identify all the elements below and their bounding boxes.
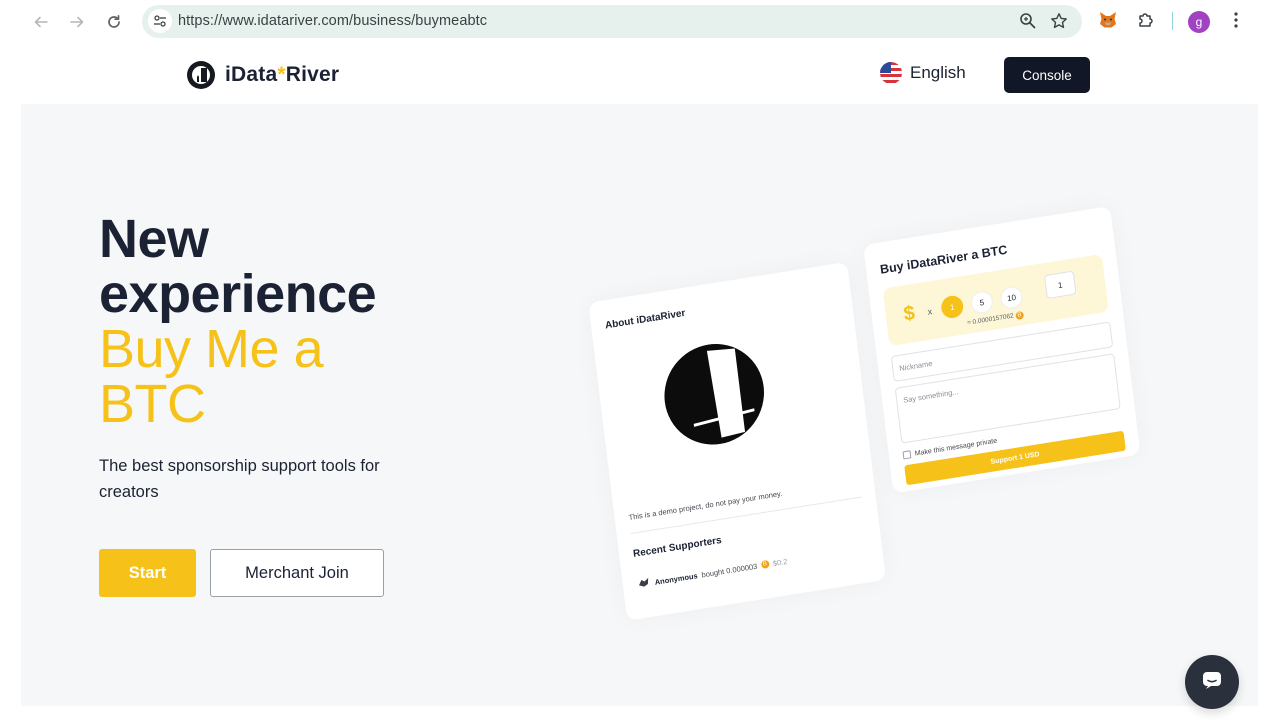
btc-equivalent: ≈ 0.0000157062 B (967, 310, 1024, 328)
hero-subtitle: The best sponsorship support tools for c… (99, 457, 380, 501)
amount-chip-1: 1 (940, 294, 965, 320)
logo-mark-icon (187, 61, 215, 89)
cat-logo-icon (658, 336, 770, 452)
back-arrow-icon[interactable] (28, 9, 54, 35)
profile-avatar[interactable]: g (1188, 11, 1210, 33)
hero-accent-title: Buy Me a BTC (99, 319, 324, 434)
buy-btc-card: Buy iDataRiver a BTC $ x 1 5 10 1 ≈ 0.00… (863, 206, 1141, 494)
chat-icon (1200, 668, 1224, 697)
metamask-fox-icon[interactable] (1098, 10, 1118, 35)
start-button[interactable]: Start (99, 549, 196, 597)
bitcoin-coin-icon: B (760, 559, 770, 570)
window-gutter-right (1258, 44, 1280, 720)
brand-name: iData*River (225, 63, 340, 86)
zoom-icon[interactable] (1019, 12, 1036, 34)
kebab-menu-icon[interactable] (1226, 10, 1246, 35)
language-selector[interactable]: English (880, 62, 966, 84)
support-button: Support 1 USD (904, 430, 1126, 486)
about-title: About iDataRiver (604, 307, 686, 332)
product-preview-image: About iDataRiver This is a demo project,… (491, 194, 1171, 621)
quantity-field: 1 (1043, 270, 1077, 300)
chat-widget-button[interactable] (1185, 655, 1239, 709)
console-button[interactable]: Console (1004, 57, 1090, 93)
bookmark-star-icon[interactable] (1050, 12, 1068, 35)
site-settings-icon[interactable] (148, 9, 172, 33)
demo-note: This is a demo project, do not pay your … (628, 488, 783, 523)
supporter-avatar-icon (636, 575, 652, 593)
site-header: iData*River English Console (21, 44, 1258, 104)
amount-chip-10: 10 (999, 284, 1024, 311)
reload-icon[interactable] (101, 9, 127, 35)
supporter-text: bought 0.000003 (700, 561, 758, 579)
language-label: English (910, 63, 966, 82)
checkbox-icon (902, 450, 912, 460)
supporter-name: Anonymous (654, 570, 699, 587)
brand-logo[interactable]: iData*River (187, 61, 339, 89)
supporter-row: Anonymous bought 0.000003 B $0.2 (636, 553, 788, 593)
address-bar[interactable]: https://www.idatariver.com/business/buym… (142, 5, 1082, 38)
amount-chip-5: 5 (969, 289, 995, 315)
url-text[interactable]: https://www.idatariver.com/business/buym… (178, 13, 487, 29)
us-flag-icon (880, 62, 902, 84)
about-card: About iDataRiver This is a demo project,… (588, 261, 887, 621)
extensions-puzzle-icon[interactable] (1136, 10, 1156, 35)
hero-title: New experience (99, 209, 377, 324)
page-footer-strip (21, 706, 1258, 720)
page-content: iData*River English Console New experien… (21, 44, 1258, 720)
multiply-sign: x (927, 306, 933, 317)
recent-supporters-title: Recent Supporters (632, 534, 723, 560)
supporter-amount: $0.2 (772, 556, 788, 568)
browser-toolbar: https://www.idatariver.com/business/buym… (0, 0, 1280, 44)
window-gutter-left (0, 44, 21, 720)
forward-arrow-icon[interactable] (64, 9, 90, 35)
merchant-join-button[interactable]: Merchant Join (210, 549, 384, 597)
toolbar-divider (1172, 12, 1173, 30)
dollar-icon: $ (902, 301, 917, 326)
bitcoin-coin-icon: B (1015, 310, 1024, 321)
